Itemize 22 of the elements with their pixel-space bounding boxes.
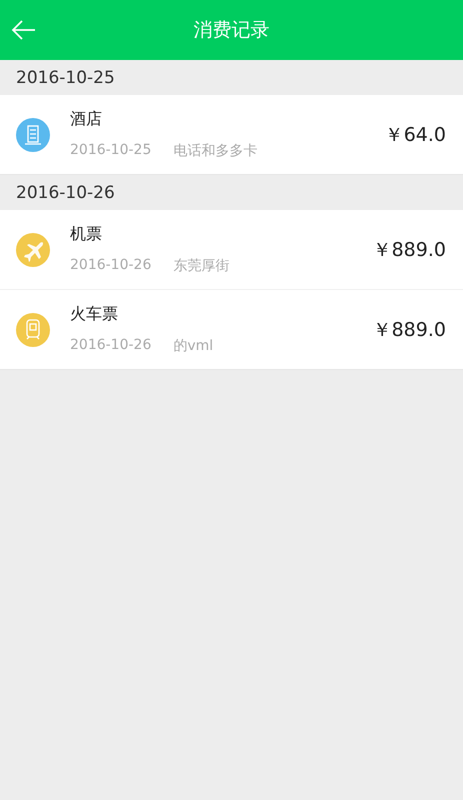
record-note: 东莞厚街 [173, 257, 230, 275]
record-name: 火车票 [70, 304, 119, 325]
record-date: 2016-10-26 [70, 337, 152, 355]
record-date: 2016-10-25 [70, 142, 152, 160]
record-row[interactable]: 机票 2016-10-26 东莞厚街 ￥889.0 [0, 210, 463, 290]
building-icon [16, 118, 50, 152]
airplane-icon [16, 232, 50, 266]
record-row[interactable]: 酒店 2016-10-25 电话和多多卡 ￥64.0 [0, 95, 463, 175]
record-amount: ￥889.0 [372, 318, 446, 342]
record-name: 机票 [70, 224, 103, 245]
record-note: 电话和多多卡 [173, 142, 258, 160]
back-button[interactable] [10, 18, 36, 42]
date-heading: 2016-10-26 [16, 182, 115, 202]
record-name: 酒店 [70, 109, 103, 130]
record-amount: ￥889.0 [372, 238, 446, 262]
record-row[interactable]: 火车票 2016-10-26 的vml ￥889.0 [0, 290, 463, 370]
date-heading: 2016-10-25 [16, 68, 115, 88]
train-icon [16, 312, 50, 346]
page-title: 消费记录 [194, 18, 270, 43]
record-date: 2016-10-26 [70, 257, 152, 275]
record-note: 的vml [173, 337, 214, 355]
record-amount: ￥64.0 [384, 122, 446, 148]
